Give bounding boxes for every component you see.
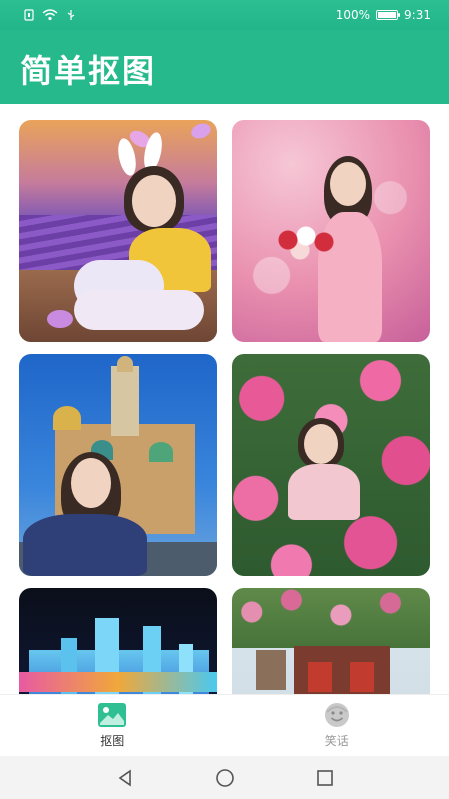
back-icon[interactable] [115,768,135,788]
photo [232,354,430,576]
usb-icon [67,10,75,20]
bottom-nav: 抠图 笑话 [0,694,449,756]
face-icon [324,703,349,727]
nav-item-cutout[interactable]: 抠图 [0,695,225,756]
home-icon[interactable] [215,768,235,788]
photo [232,588,430,694]
photo [19,588,217,694]
status-bar: 100% 9:31 [0,0,449,30]
gallery-item-cathedral-woman[interactable] [19,354,217,576]
page-title: 简单抠图 [20,52,157,90]
recents-icon[interactable] [315,768,335,788]
system-nav [0,756,449,799]
clock: 9:31 [404,8,431,22]
battery-percent: 100% [335,8,371,22]
battery-level [378,12,397,18]
image-icon [98,703,127,727]
status-left [24,9,76,21]
sim-icon [24,9,34,21]
photo [19,120,217,342]
nav-label-jokes: 笑话 [324,734,349,748]
photo [19,354,217,576]
gallery-item-pink-flowers-girl[interactable] [232,120,430,342]
wifi-icon [42,9,58,21]
app-bar: 简单抠图 [0,30,449,104]
gallery-item-ice-castle[interactable] [19,588,217,694]
gallery-item-lily-girl[interactable] [232,354,430,576]
gallery [0,104,449,694]
nav-item-jokes[interactable]: 笑话 [225,695,449,756]
nav-label-cutout: 抠图 [100,734,125,748]
gallery-item-lavender-girl[interactable] [19,120,217,342]
photo [232,120,430,342]
status-right: 100% 9:31 [336,8,431,22]
battery-icon [376,10,401,20]
gallery-item-rose-gate[interactable] [232,588,430,694]
